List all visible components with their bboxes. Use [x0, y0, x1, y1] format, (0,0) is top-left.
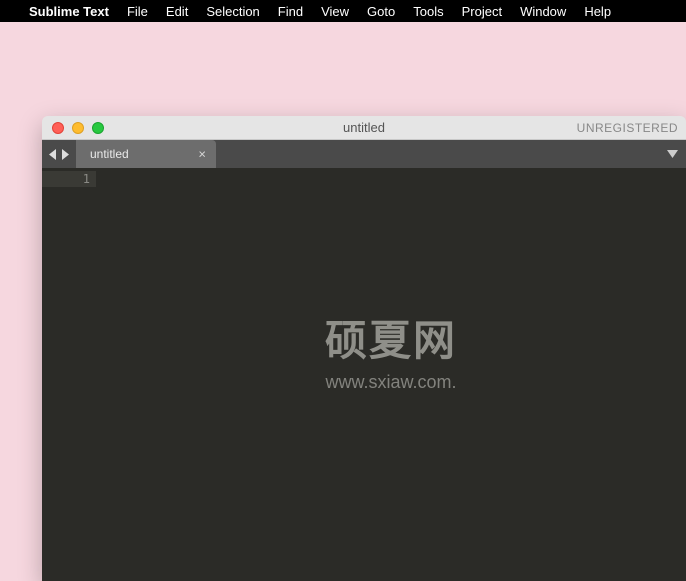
menu-selection[interactable]: Selection: [197, 4, 268, 19]
nav-back-icon[interactable]: [48, 149, 57, 160]
minimize-window-button[interactable]: [72, 122, 84, 134]
registration-status: UNREGISTERED: [577, 121, 686, 135]
tab-bar: untitled ×: [42, 140, 686, 168]
editor-area: 1 硕夏网 www.sxiaw.com.: [42, 168, 686, 581]
menu-find[interactable]: Find: [269, 4, 312, 19]
menu-file[interactable]: File: [118, 4, 157, 19]
line-gutter: 1: [42, 168, 96, 581]
app-menu[interactable]: Sublime Text: [20, 4, 118, 19]
menu-edit[interactable]: Edit: [157, 4, 197, 19]
menu-help[interactable]: Help: [575, 4, 620, 19]
code-area[interactable]: 硕夏网 www.sxiaw.com.: [96, 168, 686, 581]
line-number: 1: [42, 171, 96, 187]
editor-window: untitled UNREGISTERED untitled × 1 硕夏网 w…: [42, 116, 686, 581]
menu-goto[interactable]: Goto: [358, 4, 404, 19]
watermark-main: 硕夏网: [325, 307, 457, 368]
tab-nav: [42, 140, 76, 168]
close-window-button[interactable]: [52, 122, 64, 134]
menu-window[interactable]: Window: [511, 4, 575, 19]
menu-project[interactable]: Project: [453, 4, 511, 19]
tab-untitled[interactable]: untitled ×: [76, 140, 216, 168]
macos-menubar: Sublime Text File Edit Selection Find Vi…: [0, 0, 686, 22]
chevron-down-icon: [667, 150, 678, 158]
tab-label: untitled: [90, 147, 129, 161]
tab-close-icon[interactable]: ×: [198, 148, 206, 161]
window-titlebar[interactable]: untitled UNREGISTERED: [42, 116, 686, 140]
nav-forward-icon[interactable]: [61, 149, 70, 160]
window-controls: [42, 122, 104, 134]
watermark-sub: www.sxiaw.com.: [325, 372, 457, 393]
menu-tools[interactable]: Tools: [404, 4, 452, 19]
tab-overflow-menu[interactable]: [659, 140, 686, 168]
watermark: 硕夏网 www.sxiaw.com.: [325, 307, 457, 393]
menu-view[interactable]: View: [312, 4, 358, 19]
zoom-window-button[interactable]: [92, 122, 104, 134]
